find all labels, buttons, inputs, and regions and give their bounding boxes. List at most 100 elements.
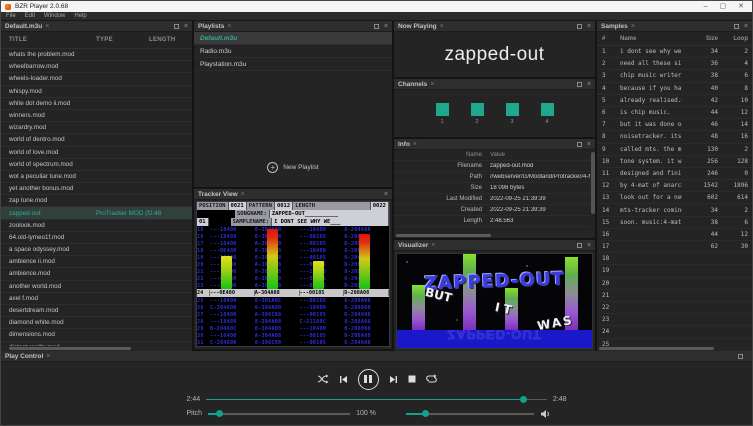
file-row[interactable]: yet another bonus.mod [1,183,192,195]
stop-icon[interactable] [408,375,416,383]
close-icon[interactable]: × [587,141,591,148]
undock-icon[interactable] [734,24,739,29]
sample-row[interactable]: 5 already realised.dis 42 10 [597,95,752,107]
menu-item[interactable]: Help [74,13,86,19]
close-icon[interactable]: × [384,23,388,30]
sample-row[interactable]: 8 noisetracker. its 48 16 [597,131,752,143]
file-row[interactable]: winners.mod [1,110,192,122]
menu-item[interactable]: Window [44,13,65,19]
sample-row[interactable]: 23 [597,314,752,326]
channel-toggle[interactable]: 2 [471,103,484,125]
shuffle-icon[interactable] [317,374,329,384]
pitch-slider[interactable] [208,410,350,417]
playlist-tab[interactable]: Default.m3u [5,23,42,30]
sample-row[interactable]: 9 called mts. the multi 130 2 [597,144,752,156]
pause-icon[interactable] [358,369,379,390]
sample-row[interactable]: 19 [597,265,752,277]
undock-icon[interactable] [174,24,179,29]
sample-row[interactable]: 13 look out for a new 602 614 [597,192,752,204]
close-icon[interactable]: × [46,353,50,360]
pitch-thumb[interactable] [216,410,223,417]
file-row[interactable]: zap tune.mod [1,195,192,207]
file-row[interactable]: dimensions.mod [1,329,192,341]
close-icon[interactable]: × [413,141,417,148]
column-length[interactable]: LENGTH [149,37,192,43]
sample-row[interactable]: 15 soon. music:4-mat 38 6 [597,217,752,229]
sample-row[interactable]: 7 but it was done on 46 14 [597,119,752,131]
file-row[interactable]: wot a peculiar tune.mod [1,171,192,183]
file-row[interactable]: wheels-loader.mod [1,73,192,85]
file-row[interactable]: zapped-out ProTracker MOD (M.K.) 2:48 [1,207,192,219]
close-icon[interactable]: × [744,23,748,30]
undock-icon[interactable] [577,24,582,29]
seek-slider[interactable] [206,396,547,403]
close-icon[interactable]: × [184,23,188,30]
vertical-scrollbar[interactable] [591,152,595,214]
sample-row[interactable]: 12 by 4-mat of anarchy 1542 1896 [597,180,752,192]
sample-row[interactable]: 3 chip music writers 38 6 [597,70,752,82]
file-row[interactable]: diamond white.mod [1,317,192,329]
menu-item[interactable]: Edit [25,13,35,19]
undock-icon[interactable] [374,24,379,29]
file-row[interactable]: axel f.mod [1,293,192,305]
close-icon[interactable]: × [431,242,435,249]
menu-item[interactable]: File [6,13,16,19]
file-row[interactable]: another world.mod [1,281,192,293]
file-row[interactable]: wheelbarrow.mod [1,61,192,73]
sample-row[interactable]: 24 [597,326,752,338]
seek-thumb[interactable] [520,396,527,403]
file-row[interactable]: whats the problem.mod [1,49,192,61]
undock-icon[interactable] [738,354,743,359]
sample-row[interactable]: 14 mts-tracker coming 34 2 [597,204,752,216]
horizontal-scrollbar[interactable] [597,346,752,351]
volume-icon[interactable] [540,409,551,419]
file-row[interactable]: white dot demo ii.mod [1,98,192,110]
close-icon[interactable]: × [430,81,434,88]
sample-row[interactable]: 22 [597,302,752,314]
playlist-item[interactable]: Default.m3u [194,32,392,45]
sample-row[interactable]: 2 need all these silly 36 4 [597,58,752,70]
sample-row[interactable]: 21 [597,290,752,302]
volume-slider[interactable] [406,410,534,417]
file-row[interactable]: ambience ii.mod [1,256,192,268]
horizontal-scrollbar[interactable] [1,346,192,351]
undock-icon[interactable] [577,142,582,147]
minimize-button[interactable]: – [704,3,708,10]
sample-row[interactable]: 4 because if you havent 40 8 [597,83,752,95]
sample-row[interactable]: 16 44 12 [597,229,752,241]
sample-row[interactable]: 20 [597,278,752,290]
maximize-button[interactable]: ▢ [720,3,727,10]
file-row[interactable]: ambience.mod [1,268,192,280]
channel-toggle[interactable]: 4 [541,103,554,125]
file-row[interactable]: a space odyssey.mod [1,244,192,256]
sample-row[interactable]: 18 [597,253,752,265]
close-icon[interactable]: × [241,191,245,198]
playlist-item[interactable]: Playstation.m3u [194,58,392,71]
sample-row[interactable]: 6 is chip music. 44 12 [597,107,752,119]
file-row[interactable]: world of love.mod [1,147,192,159]
file-row[interactable]: world of spectrum.mod [1,159,192,171]
column-type[interactable]: TYPE [96,37,149,43]
close-icon[interactable]: × [631,23,635,30]
new-playlist-button[interactable]: + New Playlist [194,162,392,173]
file-row[interactable]: whispy.mod [1,86,192,98]
undock-icon[interactable] [577,243,582,248]
sample-row[interactable]: 11 designed and finished 246 0 [597,168,752,180]
volume-thumb[interactable] [422,410,429,417]
column-title[interactable]: TITLE [9,37,96,43]
file-row[interactable]: wizardry.mod [1,122,192,134]
tab-close-icon[interactable]: × [45,23,49,30]
close-icon[interactable]: × [440,23,444,30]
close-icon[interactable]: × [384,191,388,198]
close-window-button[interactable]: ✕ [738,3,744,10]
close-icon[interactable]: × [587,242,591,249]
file-row[interactable]: zoolook.mod [1,220,192,232]
playlist-item[interactable]: Radio.m3u [194,45,392,58]
horizontal-scrollbar[interactable] [394,233,595,238]
file-row[interactable]: world of dentro.mod [1,134,192,146]
file-row[interactable]: 64.old-lymeo1f.mod [1,232,192,244]
close-icon[interactable]: × [587,23,591,30]
sample-row[interactable]: 10 tone system. it was 256 128 [597,156,752,168]
sample-row[interactable]: 1 i dont see why we 34 2 [597,46,752,58]
undock-icon[interactable] [577,82,582,87]
